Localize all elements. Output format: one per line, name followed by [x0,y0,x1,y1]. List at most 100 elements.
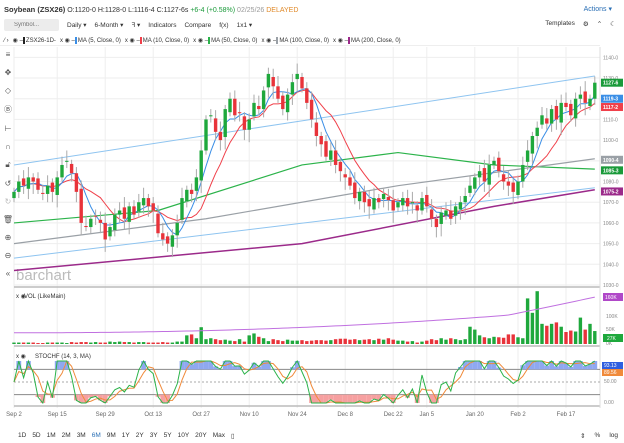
candle [276,86,280,99]
range-button-1d[interactable]: 1D [18,432,26,440]
candle [477,171,482,178]
candle [319,135,323,145]
volume-bar [170,342,175,344]
log-toggle[interactable]: log [609,432,618,440]
price-label-text: 1117-2 [603,105,618,111]
range-button-6m[interactable]: 6M [92,432,101,440]
candle [213,118,218,132]
range-selector: 1D 5D 1M 2M 3M 6M 9M 1Y 2Y 3Y 5Y 10Y 20Y Max ▯ [18,432,235,440]
candle [199,150,203,181]
candle [521,164,525,182]
candle [285,94,290,113]
volume-bar [324,340,328,344]
range-button-max[interactable]: Max [213,432,225,440]
volume-bar [69,342,74,344]
ma100-line [13,158,595,245]
calendar-icon[interactable]: ▯ [231,432,235,440]
volume-bar [444,339,448,344]
stoch-legend-label: STOCHF (14, 3, MA) [35,354,91,360]
x-tick-label: Nov 10 [240,412,260,418]
range-button-9m[interactable]: 9M [107,432,116,440]
volume-bar [429,339,434,344]
volume-bar [165,342,170,344]
x-tick-label: Nov 24 [288,412,308,418]
candle [257,105,261,110]
candle [569,103,573,116]
candle [468,185,472,193]
oi-badge-text: 160K [605,295,617,301]
range-button-1m[interactable]: 1M [47,432,56,440]
candle [295,73,299,80]
volume-bar [439,338,443,344]
volume-bar [266,341,271,344]
volume-bar [290,340,295,344]
candle [305,88,309,103]
volume-bar [17,342,21,344]
close-icon: x ◉ [16,294,26,300]
volume-bar [132,342,136,344]
volume-bar [261,338,266,344]
range-button-3m[interactable]: 3M [77,432,86,440]
volume-bar [41,343,45,344]
range-button-20y[interactable]: 20Y [195,432,207,440]
candle [535,127,539,136]
volume-bar [137,342,141,344]
stoch-k-text: 93.13 [604,363,617,369]
volume-bar [434,340,439,344]
candle [501,174,506,182]
range-button-5y[interactable]: 5Y [164,432,172,440]
candle [74,173,79,192]
candle [463,196,467,203]
candle [559,102,563,123]
volume-tick-label: 100K [606,314,618,320]
range-button-1y[interactable]: 1Y [122,432,130,440]
candle [549,109,554,124]
candle [449,210,453,219]
candle [444,210,448,216]
volume-bar [21,342,26,344]
volume-bar [549,323,554,344]
volume-bar [151,342,155,344]
price-chart[interactable]: Sep 2 Sep 15 Sep 29 Oct 13 Oct 27 Nov 10 Nov 2… [0,0,624,430]
candle [194,177,199,191]
range-button-10y[interactable]: 10Y [178,432,190,440]
range-button-5d[interactable]: 5D [32,432,40,440]
price-tick-label: 1060-0 [603,221,619,227]
candle [545,118,549,124]
candle [473,177,477,189]
volume-bar [348,339,352,344]
volume-bar [420,341,424,344]
range-button-2y[interactable]: 2Y [136,432,144,440]
volume-bar [357,340,362,344]
range-button-3y[interactable]: 3Y [150,432,158,440]
volume-bar [127,342,131,344]
price-tick-label: 1080-0 [603,180,619,186]
ma5-line [13,87,596,236]
volume-bar [573,331,578,344]
candle [98,219,103,223]
percent-toggle[interactable]: % [595,432,601,440]
volume-bar [141,342,146,344]
volume-bar [36,343,40,344]
candle [122,207,127,219]
candle [415,205,419,211]
candle [324,141,328,157]
volume-bar [319,340,323,344]
candle [525,150,530,162]
volume-bar [468,326,472,344]
x-tick-label: Sep 15 [48,412,68,418]
candle [410,202,415,204]
volume-bar [564,332,568,344]
price-label-text: 1085-3 [603,168,619,174]
stoch-tick-label: 50.00 [604,379,617,385]
range-button-2m[interactable]: 2M [62,432,71,440]
expand-icon[interactable]: ⇕ [580,432,585,440]
candle [12,191,16,199]
volume-bar [333,339,338,344]
candle [113,214,117,231]
x-tick-label: Jan 20 [466,412,485,418]
volume-bar [367,339,371,344]
candle [573,98,578,119]
volume-bar [79,342,83,344]
candle [482,168,487,182]
